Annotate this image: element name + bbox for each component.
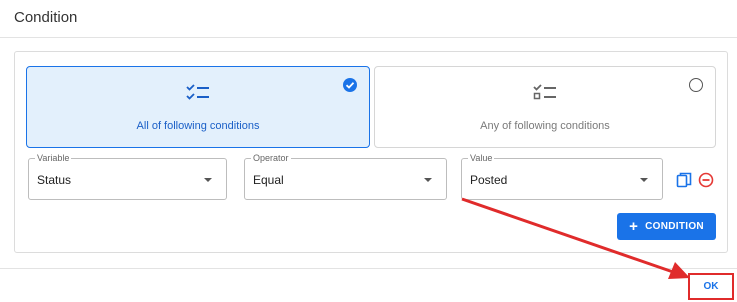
copy-icon[interactable]	[676, 172, 692, 188]
condition-dialog: Condition All of following conditions An…	[0, 0, 737, 302]
checklist-icon	[186, 82, 210, 107]
variable-select[interactable]: Variable Status	[28, 152, 227, 200]
chevron-down-icon	[204, 178, 212, 182]
add-condition-label: CONDITION	[645, 221, 704, 232]
ok-button[interactable]: OK	[688, 273, 734, 300]
any-conditions-label: Any of following conditions	[480, 120, 610, 132]
plus-icon: +	[629, 218, 639, 235]
dialog-title: Condition	[14, 9, 78, 26]
unselected-radio-icon[interactable]	[689, 78, 703, 92]
value-select[interactable]: Value Posted	[461, 152, 663, 200]
condition-panel: All of following conditions Any of follo…	[14, 51, 728, 253]
remove-condition-icon[interactable]	[698, 172, 714, 188]
add-condition-button[interactable]: + CONDITION	[617, 213, 716, 240]
any-conditions-card[interactable]: Any of following conditions	[374, 66, 716, 148]
operator-select[interactable]: Operator Equal	[244, 152, 447, 200]
selected-check-icon	[343, 78, 357, 92]
footer-divider	[0, 268, 737, 269]
value-label: Value	[468, 152, 495, 164]
variable-value: Status	[37, 173, 72, 187]
value-value: Posted	[470, 173, 508, 187]
checklist-icon	[533, 82, 557, 107]
chevron-down-icon	[424, 178, 432, 182]
chevron-down-icon	[640, 178, 648, 182]
all-conditions-card[interactable]: All of following conditions	[26, 66, 370, 148]
variable-label: Variable	[35, 152, 72, 164]
operator-label: Operator	[251, 152, 291, 164]
operator-value: Equal	[253, 173, 284, 187]
all-conditions-label: All of following conditions	[136, 120, 260, 132]
header-divider	[0, 37, 737, 38]
